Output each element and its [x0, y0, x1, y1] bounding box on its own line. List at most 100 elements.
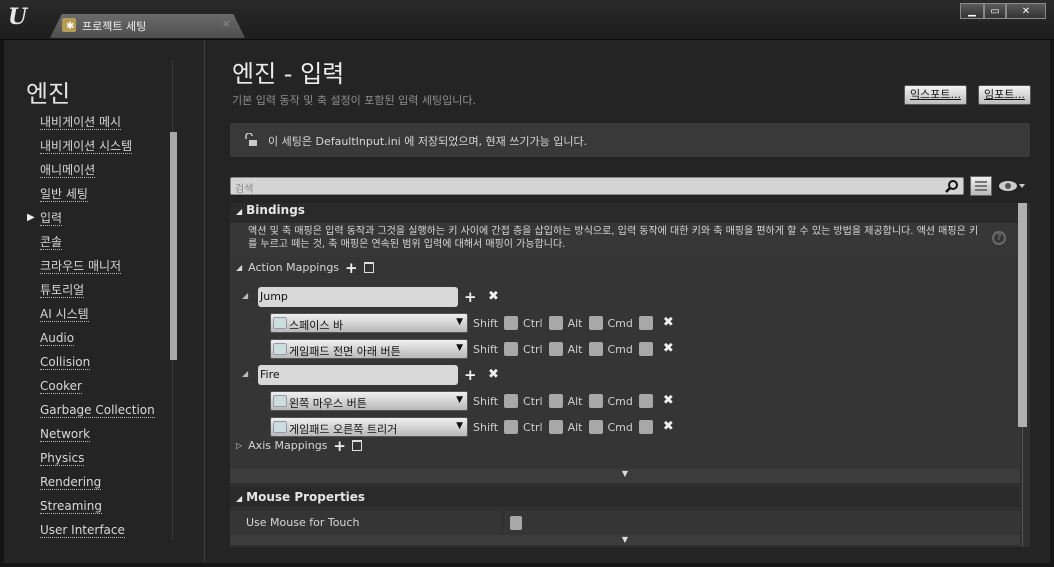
modifier-checkbox[interactable] — [638, 394, 653, 408]
property-matrix-button[interactable] — [970, 176, 992, 196]
key-selector-dropdown[interactable]: 왼쪽 마우스 버튼 ▼ — [270, 391, 468, 411]
remove-key-icon[interactable]: ✖ — [663, 342, 674, 355]
remove-action-icon[interactable]: ✖ — [488, 290, 499, 303]
modifier-checkbox[interactable] — [588, 316, 603, 330]
modifier-checkbox[interactable] — [504, 342, 519, 356]
sidebar-item[interactable]: ▶ 입력 — [24, 208, 155, 232]
axis-mappings-header[interactable]: ▷ Axis Mappings + — [236, 438, 362, 453]
modifier-label: Cmd — [607, 342, 633, 356]
tab-close-icon[interactable]: × — [222, 17, 231, 30]
sidebar-item[interactable]: Cooker — [24, 376, 155, 400]
key-selector-dropdown[interactable]: 게임패드 오른쪽 트리거 ▼ — [270, 417, 468, 437]
key-selector-dropdown[interactable]: 게임패드 전면 아래 버튼 ▼ — [270, 339, 468, 359]
collapse-triangle-icon[interactable]: ◢ — [242, 291, 248, 300]
mouse-properties-category-header[interactable]: ◢ Mouse Properties — [230, 487, 1020, 507]
sidebar-item[interactable]: Rendering — [24, 472, 155, 496]
sidebar-item[interactable]: User Interface — [24, 520, 155, 544]
maximize-button[interactable]: ▭ — [984, 3, 1006, 19]
sidebar-item-label: Rendering — [40, 475, 102, 490]
action-name-input[interactable]: Jump — [258, 287, 458, 307]
export-button[interactable]: 익스포트... — [904, 85, 967, 105]
add-key-icon[interactable]: + — [464, 368, 477, 383]
clear-action-mappings-trash-icon[interactable] — [363, 262, 374, 273]
modifier-checkbox[interactable] — [588, 342, 603, 356]
bindings-description: 액션 및 축 매핑은 입력 동작과 그것을 실행하는 키 사이에 간접 층을 삽… — [230, 223, 1020, 257]
title-bar: U 프로젝트 세팅 × ▁ ▭ ✕ — [0, 0, 1054, 40]
sidebar-divider — [204, 40, 205, 563]
modifier-checkbox[interactable] — [638, 420, 653, 434]
remove-action-icon[interactable]: ✖ — [488, 368, 499, 381]
sidebar-item[interactable]: Network — [24, 424, 155, 448]
mouse-advanced-expand-icon[interactable]: ▼ — [230, 535, 1020, 545]
import-button[interactable]: 임포트... — [978, 85, 1031, 105]
sidebar-item[interactable]: 애니메이션 — [24, 160, 155, 184]
collapse-triangle-icon: ◢ — [236, 494, 243, 503]
sidebar-item[interactable]: AI 시스템 — [24, 304, 155, 328]
help-icon[interactable]: ? — [992, 231, 1006, 245]
sidebar-item[interactable]: Streaming — [24, 496, 155, 520]
add-action-mapping-icon[interactable]: + — [345, 260, 358, 275]
page-description: 기본 입력 동작 및 축 설정이 포함된 입력 세팅입니다. — [232, 94, 476, 107]
modifier-label: Cmd — [607, 316, 633, 330]
sidebar-item-label: 입력 — [40, 211, 63, 226]
modifier-checkbox[interactable] — [588, 394, 603, 408]
details-panel: ◢ Bindings 액션 및 축 매핑은 입력 동작과 그것을 실행하는 키 사… — [230, 203, 1030, 547]
modifier-checkbox[interactable] — [548, 394, 563, 408]
sidebar-item[interactable]: Collision — [24, 352, 155, 376]
sidebar-item[interactable]: 튜토리얼 — [24, 280, 155, 304]
close-window-button[interactable]: ✕ — [1006, 3, 1046, 19]
details-scrollbar-thumb[interactable] — [1018, 203, 1027, 427]
window-body: 엔진 내비게이션 메시 내비게이션 시스템 애니메이션 일반 세팅 ▶ 입력 콘솔 크라우드 … — [4, 40, 1050, 563]
action-name-input[interactable]: Fire — [258, 365, 458, 385]
bindings-category-header[interactable]: ◢ Bindings — [230, 203, 1020, 223]
sidebar-item-label: User Interface — [40, 523, 125, 538]
action-mappings-header[interactable]: ◢ Action Mappings + — [236, 260, 374, 275]
sidebar-scrollbar-thumb[interactable] — [170, 132, 177, 360]
sidebar-item[interactable]: 내비게이션 메시 — [24, 112, 155, 136]
remove-key-icon[interactable]: ✖ — [663, 420, 674, 433]
search-input[interactable]: 검색 — [230, 177, 964, 195]
view-options-eye-icon[interactable] — [998, 180, 1026, 192]
bindings-advanced-expand-icon[interactable]: ▼ — [230, 469, 1020, 483]
modifier-checkbox[interactable] — [588, 420, 603, 434]
remove-key-icon[interactable]: ✖ — [663, 316, 674, 329]
search-icon[interactable] — [945, 179, 959, 193]
sidebar-item[interactable]: Audio — [24, 328, 155, 352]
modifier-checkbox[interactable] — [548, 420, 563, 434]
modifier-checkbox[interactable] — [548, 342, 563, 356]
notice-text: 이 세팅은 DefaultInput.ini 에 저장되었으며, 현재 쓰기가능… — [268, 135, 588, 148]
sidebar-item[interactable]: 크라우드 매니저 — [24, 256, 155, 280]
tab-project-settings[interactable]: 프로젝트 세팅 × — [50, 14, 245, 38]
settings-main: 엔진 - 입력 기본 입력 동작 및 축 설정이 포함된 입력 세팅입니다. 익… — [226, 40, 1046, 563]
sidebar-item[interactable]: Physics — [24, 448, 155, 472]
settings-sidebar: 엔진 내비게이션 메시 내비게이션 시스템 애니메이션 일반 세팅 ▶ 입력 콘솔 크라우드 … — [4, 40, 204, 563]
add-axis-mapping-icon[interactable]: + — [333, 438, 346, 453]
modifier-checkbox[interactable] — [548, 316, 563, 330]
sidebar-item-label: 내비게이션 메시 — [40, 115, 122, 130]
add-key-icon[interactable]: + — [464, 290, 477, 305]
modifier-checkbox[interactable] — [504, 394, 519, 408]
modifier-label: Alt — [567, 316, 583, 330]
sidebar-item[interactable]: 콘솔 — [24, 232, 155, 256]
property-splitter[interactable] — [502, 511, 503, 535]
key-selector-dropdown[interactable]: 스페이스 바 ▼ — [270, 313, 468, 333]
key-label: 왼쪽 마우스 버튼 — [289, 397, 367, 410]
modifier-checkbox[interactable] — [504, 316, 519, 330]
modifier-checkbox[interactable] — [504, 420, 519, 434]
remove-key-icon[interactable]: ✖ — [663, 394, 674, 407]
clear-axis-mappings-trash-icon[interactable] — [352, 440, 362, 451]
details-scrollbar-track[interactable] — [1022, 427, 1023, 547]
page-title: 엔진 - 입력 — [232, 60, 345, 88]
minimize-button[interactable]: ▁ — [960, 3, 984, 19]
bindings-rows: ◢ Action Mappings + ◢ Jump + ✖ 스페이스 바 ▼ Shift C… — [230, 257, 1020, 469]
sidebar-item[interactable]: Garbage Collection — [24, 400, 155, 424]
use-mouse-for-touch-checkbox[interactable] — [510, 516, 522, 530]
key-type-icon — [273, 395, 287, 407]
sidebar-item[interactable]: 일반 세팅 — [24, 184, 155, 208]
modifier-checkbox[interactable] — [638, 342, 653, 356]
collapse-triangle-icon[interactable]: ◢ — [242, 369, 248, 378]
sidebar-item[interactable]: 내비게이션 시스템 — [24, 136, 155, 160]
sidebar-item-label: 튜토리얼 — [40, 283, 85, 298]
sidebar-item-label: Streaming — [40, 499, 102, 514]
modifier-checkbox[interactable] — [638, 316, 653, 330]
